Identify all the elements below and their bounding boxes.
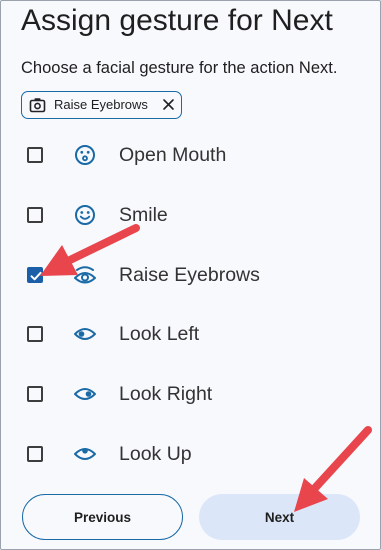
arrow-to-next-button <box>294 426 372 512</box>
annotation-arrows <box>40 224 372 512</box>
arrow-to-checkbox <box>40 224 140 276</box>
